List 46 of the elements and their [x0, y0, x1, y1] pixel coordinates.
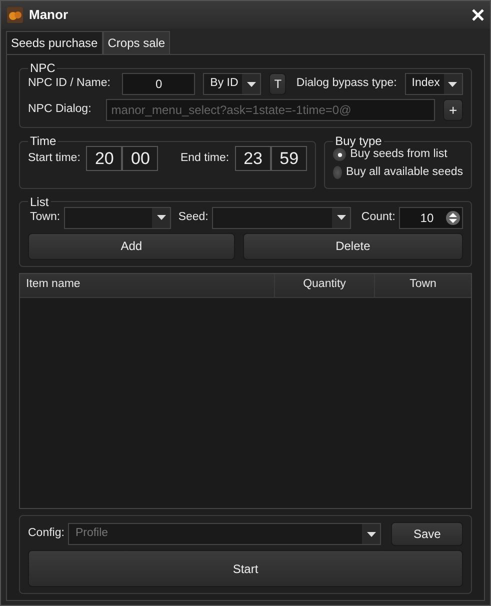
column-header: Item name [20, 274, 275, 296]
hour-field[interactable]: 23 [235, 146, 272, 171]
tab[interactable]: Seeds purchase [6, 31, 103, 54]
hour-field[interactable]: 20 [86, 146, 122, 171]
field-label: Dialog bypass type: [296, 76, 397, 92]
group-title: Buy type [334, 134, 383, 148]
minute-field[interactable]: 59 [271, 146, 308, 171]
caret-icon [336, 215, 346, 220]
group-title: Time [29, 134, 58, 148]
config-dropdown[interactable]: Profile [68, 523, 382, 545]
field-label: Start time: [28, 150, 80, 166]
radio-label: Buy all available seeds [346, 165, 463, 180]
count-field[interactable]: 10 [399, 206, 463, 228]
tab[interactable]: Crops sale [102, 31, 170, 54]
app-icon [7, 7, 23, 23]
window-title: Manor [29, 6, 68, 24]
field-label: Seed: [178, 210, 208, 225]
start-button[interactable]: Start [28, 550, 463, 587]
field-label: Town: [30, 210, 60, 225]
list-button[interactable]: Add [28, 232, 235, 260]
radio-button[interactable] [333, 166, 342, 180]
caret-icon [156, 215, 166, 220]
minute-field[interactable]: 00 [122, 146, 158, 171]
group-title: List [29, 194, 50, 208]
column-header: Quantity [275, 274, 375, 296]
caret-icon [246, 82, 256, 86]
save-button[interactable]: Save [391, 522, 463, 546]
list-button[interactable]: Delete [242, 232, 464, 260]
bypass-dropdown[interactable]: Index [404, 73, 463, 95]
caret-icon [448, 82, 458, 86]
mode-dropdown[interactable]: By ID [203, 73, 262, 95]
field-label: End time: [180, 150, 230, 166]
spinner-icon[interactable] [446, 210, 460, 226]
column-header: Town [408, 277, 438, 292]
group-title: NPC [29, 61, 56, 75]
t-button[interactable]: T [269, 73, 286, 95]
close-icon[interactable] [472, 9, 484, 21]
radio-button[interactable] [333, 148, 346, 162]
radio-label: Buy seeds from list [350, 148, 448, 162]
caret-icon [366, 532, 376, 536]
add-button[interactable]: + [443, 99, 463, 121]
field-label: Config: [28, 526, 64, 542]
field-label: NPC Dialog: [28, 102, 92, 118]
npc-id-field[interactable]: 0 [122, 73, 196, 95]
field-label: NPC ID / Name: [28, 76, 110, 92]
field-label: Count: [361, 210, 396, 225]
